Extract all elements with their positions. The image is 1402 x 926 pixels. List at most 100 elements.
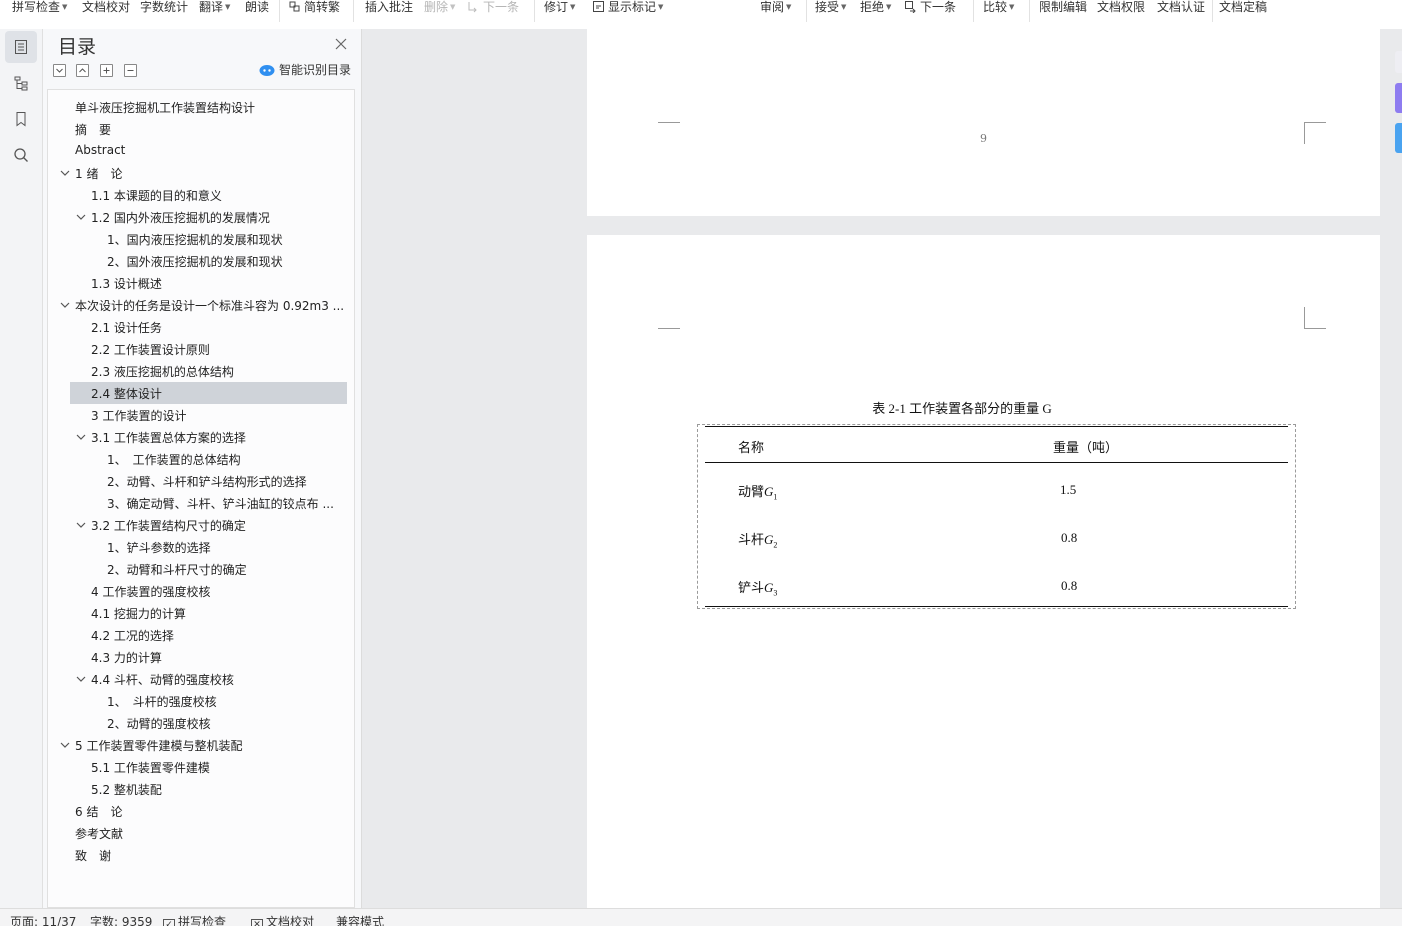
toc-item[interactable]: 单斗液压挖掘机工作装置结构设计: [48, 96, 354, 118]
document-page[interactable]: 9: [587, 29, 1380, 216]
toc-item[interactable]: 1、 工作装置的总体结构: [48, 448, 354, 470]
side-tool-tab[interactable]: [1395, 83, 1402, 113]
toc-item-label: 1.1 本课题的目的和意义: [91, 189, 222, 203]
toc-item[interactable]: 1、 斗杆的强度校核: [48, 690, 354, 712]
weight-table[interactable]: 名称 重量（吨） 动臂G1 1.5 斗杆G2 0.8 铲斗G3 0.8: [697, 424, 1296, 609]
toc-item-label: 4.1 挖掘力的计算: [91, 607, 186, 621]
toc-item[interactable]: 1、铲斗参数的选择: [48, 536, 354, 558]
toc-item[interactable]: 4.3 力的计算: [48, 646, 354, 668]
toc-item[interactable]: 1、国内液压挖掘机的发展和现状: [48, 228, 354, 250]
toc-item[interactable]: 2、动臂、斗杆和铲斗结构形式的选择: [48, 470, 354, 492]
toc-item[interactable]: 2.4 整体设计: [48, 382, 354, 404]
page-indicator[interactable]: 页面: 11/37: [10, 915, 76, 926]
structure-nav-button[interactable]: [5, 67, 37, 99]
toc-item-label: 2、动臂、斗杆和铲斗结构形式的选择: [107, 475, 307, 489]
toc-item[interactable]: 3.1 工作装置总体方案的选择: [48, 426, 354, 448]
expand-up-button[interactable]: [76, 64, 89, 77]
toc-item[interactable]: 2、动臂的强度校核: [48, 712, 354, 734]
toc-item[interactable]: 4.4 斗杆、动臂的强度校核: [48, 668, 354, 690]
review-button[interactable]: 审阅 ▼: [760, 0, 791, 16]
word-count-indicator[interactable]: 字数: 9359: [90, 915, 152, 926]
doc-certify-button[interactable]: 文档认证: [1157, 0, 1205, 16]
chevron-down-icon[interactable]: [60, 169, 70, 177]
toc-item[interactable]: 4.2 工况的选择: [48, 624, 354, 646]
chevron-down-icon[interactable]: [76, 433, 86, 441]
read-aloud-button[interactable]: 朗读: [245, 0, 269, 16]
toolbar-divider: [534, 0, 535, 22]
doc-proof-toggle[interactable]: ✕ 文档校对: [251, 915, 314, 926]
accept-button[interactable]: 接受 ▼: [815, 0, 846, 16]
bookmark-nav-button[interactable]: [5, 103, 37, 135]
add-heading-button[interactable]: [100, 64, 113, 77]
doc-permissions-button[interactable]: 文档权限: [1097, 0, 1145, 16]
toc-item[interactable]: 5 工作装置零件建模与整机装配: [48, 734, 354, 756]
track-changes-button[interactable]: 修订 ▼: [544, 0, 575, 16]
chevron-down-icon[interactable]: [76, 521, 86, 529]
side-tool-tab[interactable]: [1395, 123, 1402, 153]
toc-panel: 目录 智能识别目录 单斗液压挖掘机工作装置结构设计摘 要 Abstract 1 绪 …: [43, 29, 362, 908]
toc-item[interactable]: 2.1 设计任务: [48, 316, 354, 338]
table-bottom-rule: [705, 606, 1288, 607]
toc-item[interactable]: Abstract: [48, 140, 354, 162]
side-tool-tab[interactable]: [1395, 51, 1402, 73]
toc-item[interactable]: 3 工作装置的设计: [48, 404, 354, 426]
toolbar-divider: [279, 0, 280, 22]
toc-item[interactable]: 摘 要: [48, 118, 354, 140]
trad-simplified-button[interactable]: 简转繁: [288, 0, 340, 16]
next-comment-button[interactable]: 下一条: [467, 0, 519, 16]
toc-item[interactable]: 参考文献: [48, 822, 354, 844]
toc-item[interactable]: 4 工作装置的强度校核: [48, 580, 354, 602]
toc-item-label: 2.3 液压挖掘机的总体结构: [91, 365, 234, 379]
toc-item[interactable]: 5.1 工作装置零件建模: [48, 756, 354, 778]
smart-toc-button[interactable]: 智能识别目录: [259, 62, 351, 78]
document-page[interactable]: 表 2-1 工作装置各部分的重量 G 名称 重量（吨） 动臂G1 1.5 斗杆G…: [587, 235, 1380, 908]
delete-comment-button[interactable]: 删除 ▼: [424, 0, 455, 16]
collapse-all-button[interactable]: [53, 64, 66, 77]
show-markup-button[interactable]: 显示标记 ▼: [592, 0, 663, 16]
doc-proof-button[interactable]: 文档校对: [82, 0, 130, 16]
remove-heading-button[interactable]: [124, 64, 137, 77]
toc-item[interactable]: 1.1 本课题的目的和意义: [48, 184, 354, 206]
compare-button[interactable]: 比较 ▼: [983, 0, 1014, 16]
close-icon[interactable]: [334, 37, 348, 51]
table-header-name: 名称: [738, 441, 765, 456]
table-header-weight: 重量（吨）: [1053, 441, 1119, 456]
toc-item[interactable]: 3.2 工作装置结构尺寸的确定: [48, 514, 354, 536]
toc-item-label: 2.1 设计任务: [91, 321, 162, 335]
table-top-rule: [705, 426, 1288, 427]
chevron-down-icon[interactable]: [60, 301, 70, 309]
restrict-edit-button[interactable]: 限制编辑: [1039, 0, 1087, 16]
word-count-button[interactable]: 字数统计: [140, 0, 188, 16]
spell-check-toggle[interactable]: ✓ 拼写检查: [163, 915, 226, 926]
status-bar: 页面: 11/37 字数: 9359 ✓ 拼写检查 ✕ 文档校对 兼容模式: [0, 908, 1402, 926]
reject-button[interactable]: 拒绝 ▼: [860, 0, 891, 16]
chevron-down-icon[interactable]: [60, 741, 70, 749]
spell-check-button[interactable]: 拼写检查 ▼: [12, 0, 67, 16]
toc-item[interactable]: 6 结 论: [48, 800, 354, 822]
toc-item[interactable]: 2、动臂和斗杆尺寸的确定: [48, 558, 354, 580]
toc-item-label: 1、 工作装置的总体结构: [107, 453, 241, 467]
convert-icon: [289, 1, 300, 12]
toc-item[interactable]: 致 谢: [48, 844, 354, 866]
search-nav-button[interactable]: [5, 139, 37, 171]
toc-item[interactable]: 3、确定动臂、斗杆、铲斗油缸的铰点布 ...: [48, 492, 354, 514]
toc-item[interactable]: 4.1 挖掘力的计算: [48, 602, 354, 624]
document-canvas[interactable]: 9 表 2-1 工作装置各部分的重量 G 名称 重量（吨） 动臂G1 1.5 斗…: [362, 29, 1402, 908]
toc-item[interactable]: 2、国外液压挖掘机的发展和现状: [48, 250, 354, 272]
translate-button[interactable]: 翻译 ▼: [199, 0, 230, 16]
toc-item[interactable]: 2.3 液压挖掘机的总体结构: [48, 360, 354, 382]
toc-item[interactable]: 1.3 设计概述: [48, 272, 354, 294]
toc-item[interactable]: 本次设计的任务是设计一个标准斗容为 0.92m3 ...: [48, 294, 354, 316]
chevron-down-icon[interactable]: [76, 213, 86, 221]
toc-item[interactable]: 2.2 工作装置设计原则: [48, 338, 354, 360]
toc-item[interactable]: 1.2 国内外液压挖掘机的发展情况: [48, 206, 354, 228]
insert-comment-button[interactable]: 插入批注: [365, 0, 413, 16]
chevron-down-icon[interactable]: [76, 675, 86, 683]
panel-title: 目录: [58, 36, 97, 58]
toc-nav-button[interactable]: [5, 31, 37, 63]
doc-finalize-button[interactable]: 文档定稿: [1219, 0, 1267, 16]
markup-icon: [593, 1, 604, 12]
next-change-button[interactable]: 下一条: [904, 0, 956, 16]
toc-item[interactable]: 1 绪 论: [48, 162, 354, 184]
toc-item[interactable]: 5.2 整机装配: [48, 778, 354, 800]
